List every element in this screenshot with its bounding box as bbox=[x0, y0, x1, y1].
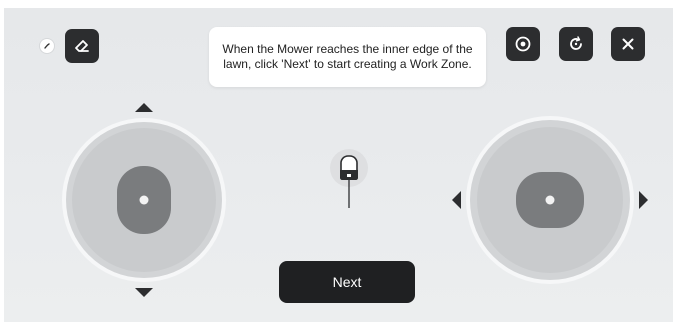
refresh-icon bbox=[570, 36, 582, 50]
mower-icon bbox=[330, 149, 368, 208]
slash-icon bbox=[44, 43, 50, 49]
next-label: Next bbox=[332, 274, 362, 290]
mower-control-screen: When the Mower reaches the inner edge of… bbox=[4, 8, 673, 322]
joystick-left-arrow bbox=[452, 191, 461, 209]
instruction-tooltip: When the Mower reaches the inner edge of… bbox=[209, 27, 486, 87]
joystick-right-arrow bbox=[639, 191, 648, 209]
joystick-up-arrow bbox=[135, 103, 153, 112]
next-button[interactable]: Next bbox=[279, 261, 415, 303]
right-joystick[interactable] bbox=[448, 114, 653, 290]
eye-target-icon bbox=[515, 36, 531, 52]
close-button[interactable] bbox=[611, 27, 645, 61]
close-icon bbox=[622, 38, 634, 50]
mower-marker bbox=[327, 148, 371, 210]
view-button[interactable] bbox=[506, 27, 540, 61]
eraser-icon bbox=[75, 40, 89, 52]
refresh-button[interactable] bbox=[559, 27, 593, 61]
instruction-text: When the Mower reaches the inner edge of… bbox=[222, 42, 473, 71]
left-joystick[interactable] bbox=[59, 100, 229, 300]
small-toggle-button[interactable] bbox=[40, 39, 54, 53]
eraser-button[interactable] bbox=[65, 29, 99, 63]
joystick-down-arrow bbox=[135, 288, 153, 297]
